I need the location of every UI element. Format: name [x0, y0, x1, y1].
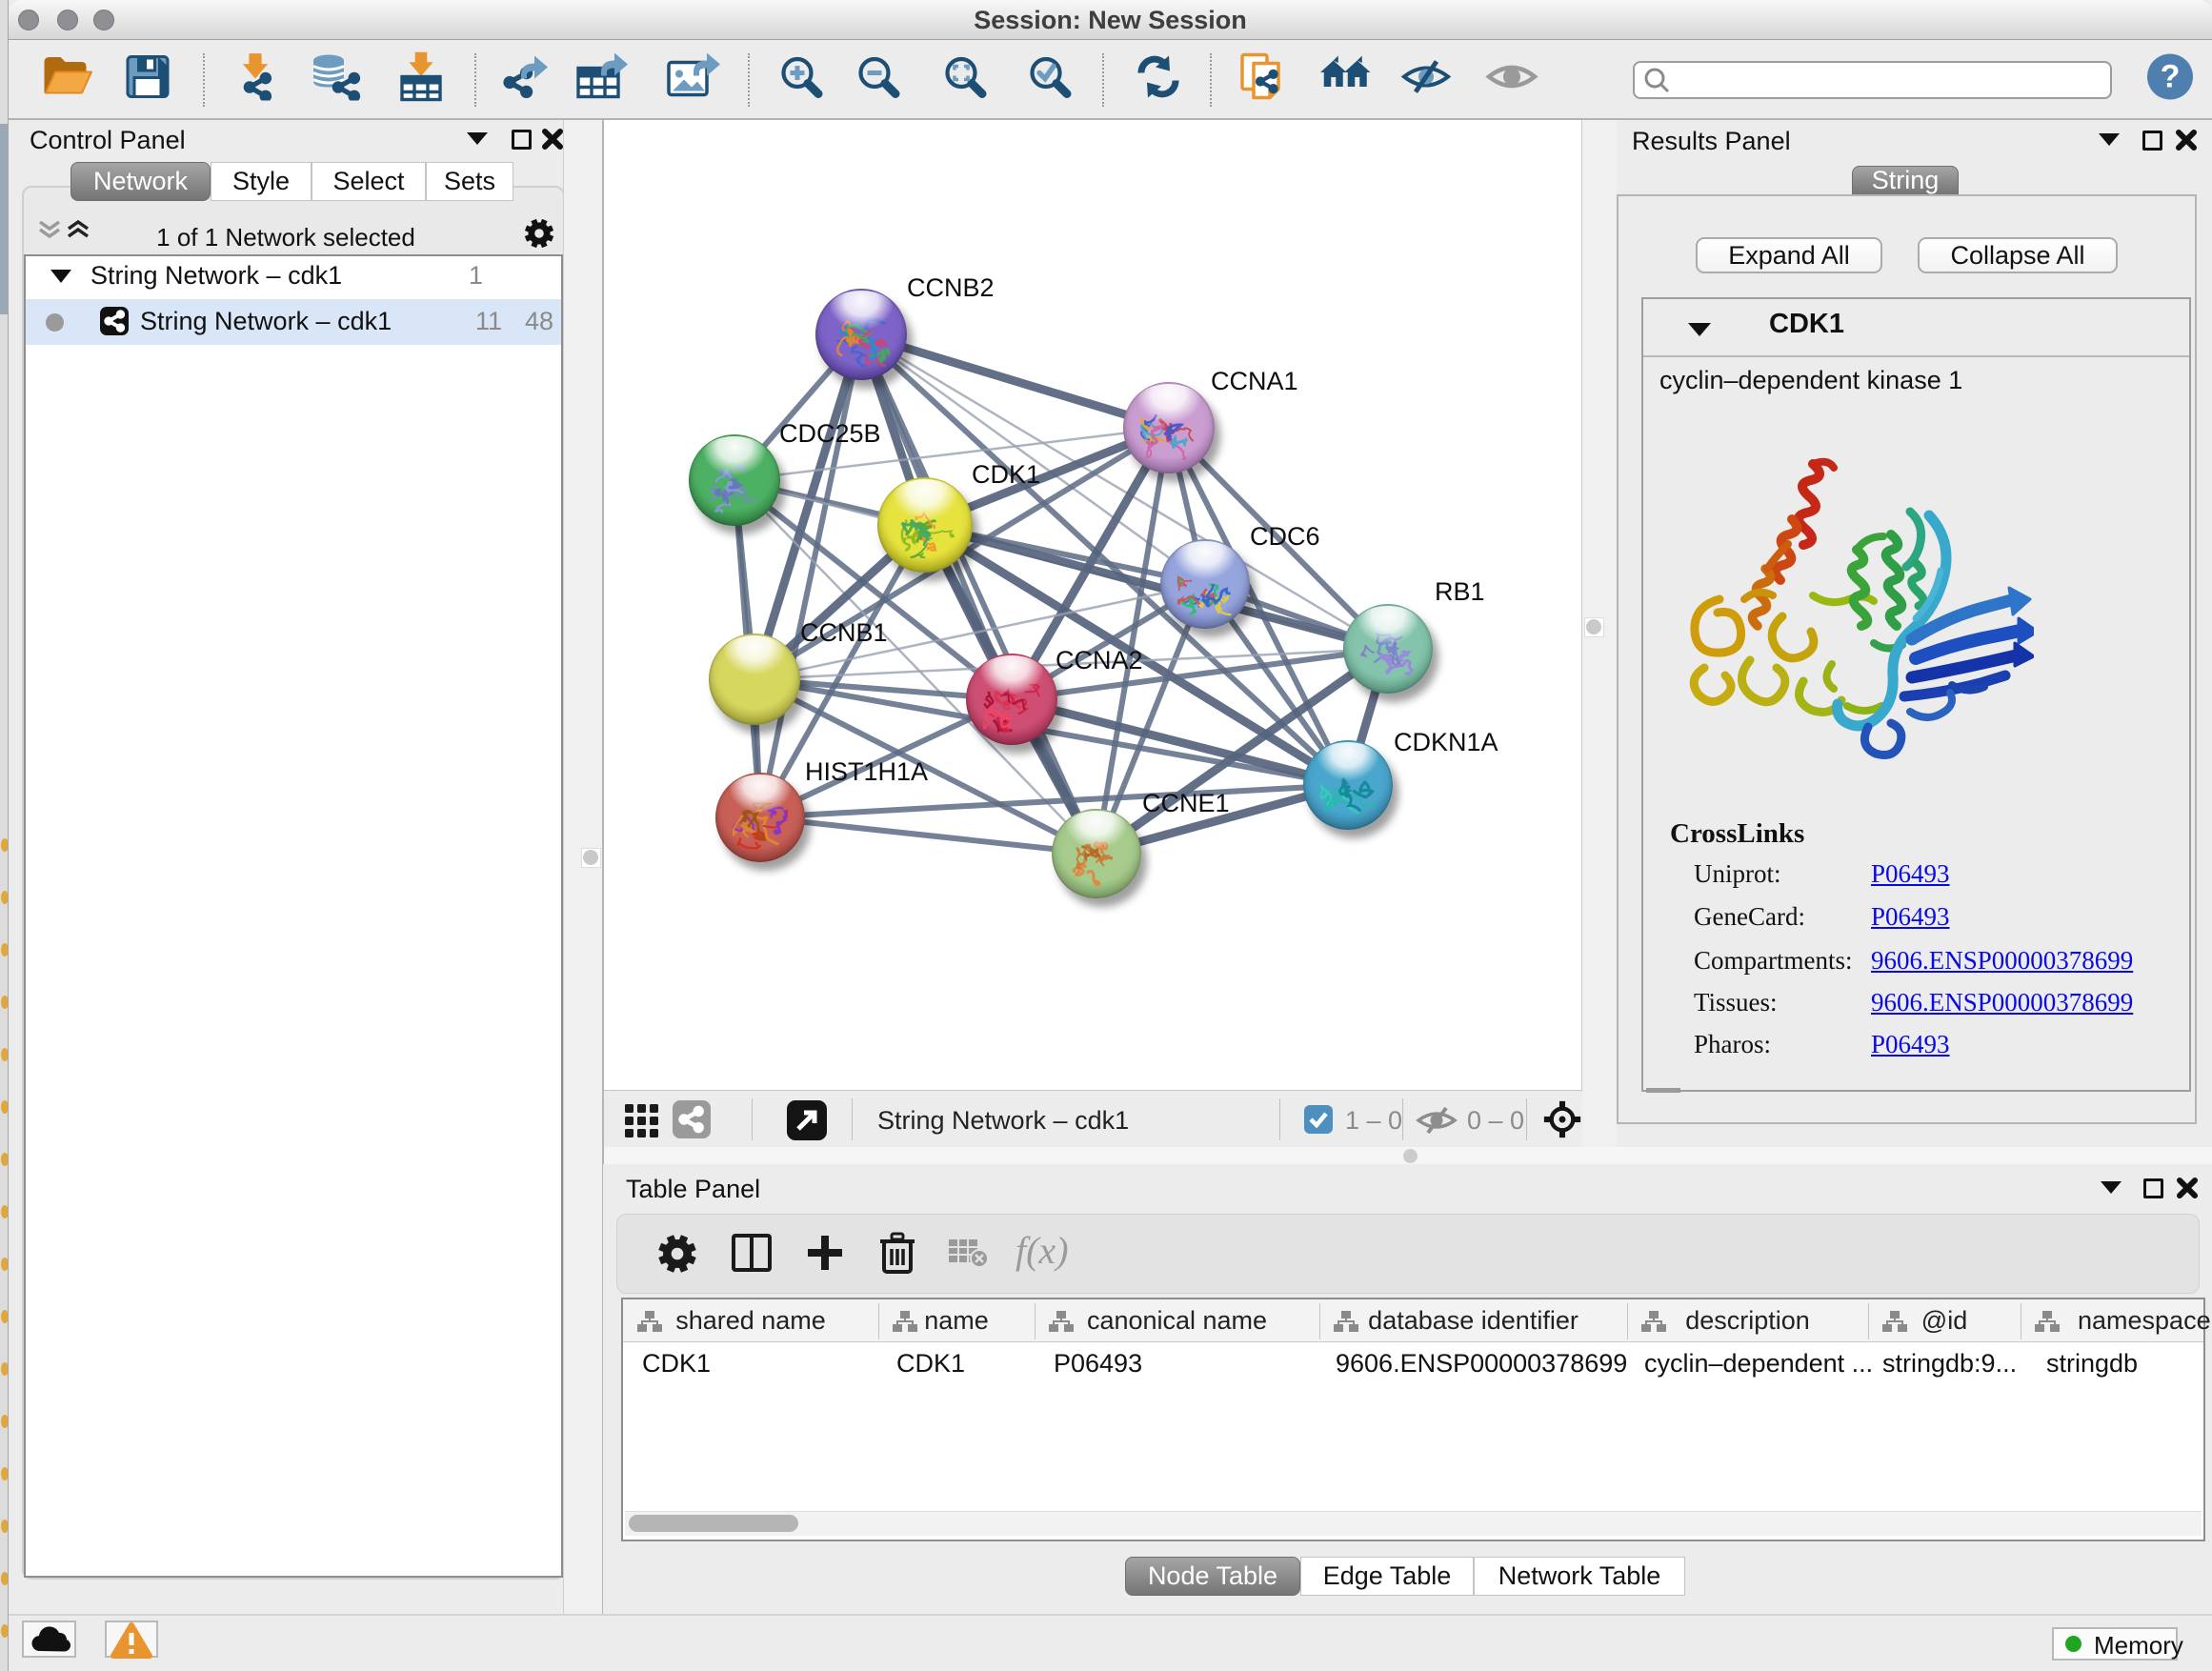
- svg-text:?: ?: [2161, 59, 2181, 95]
